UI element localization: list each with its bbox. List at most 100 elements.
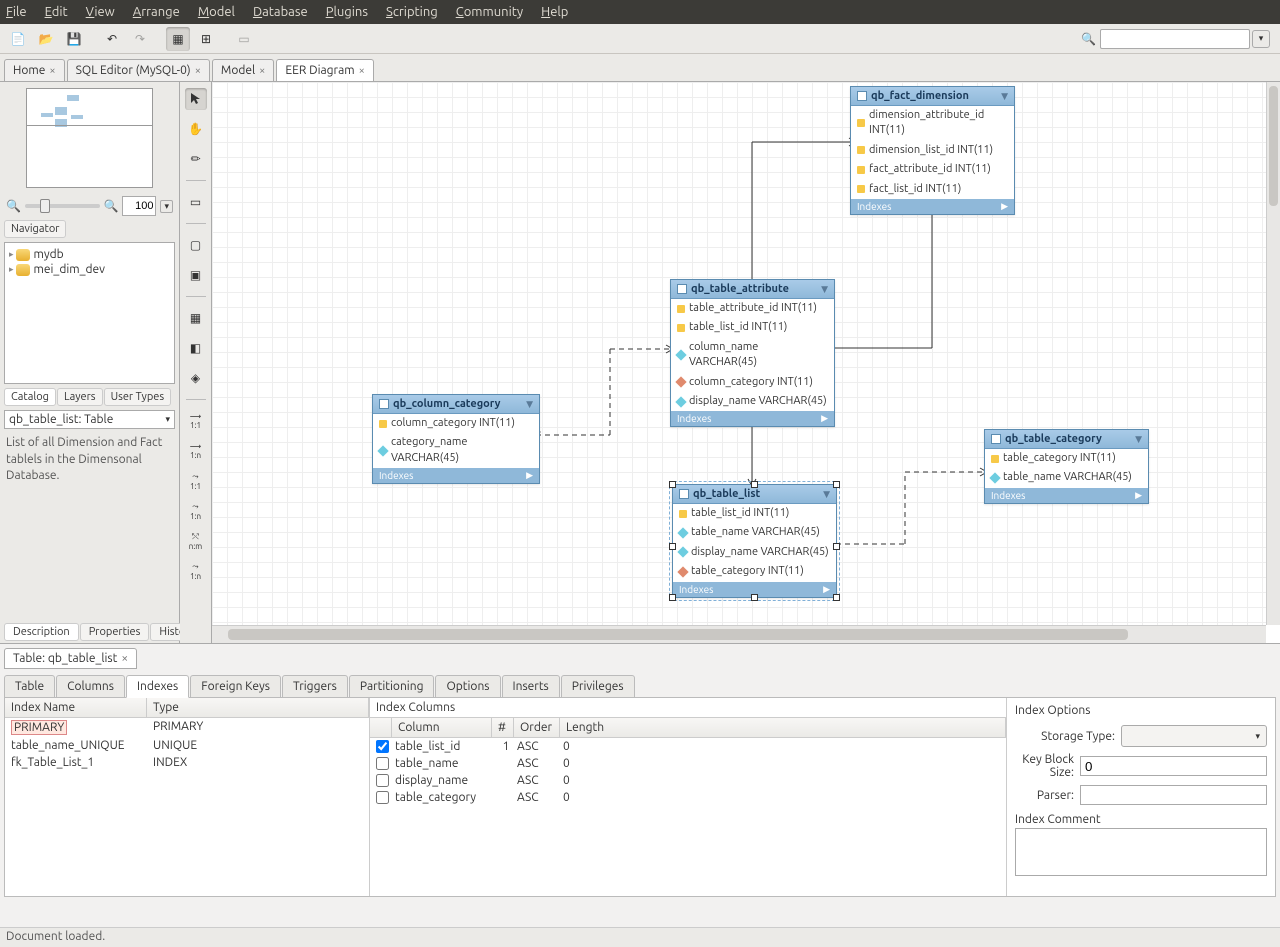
menu-edit[interactable]: Edit bbox=[45, 5, 68, 19]
image-tool-icon[interactable]: ▣ bbox=[185, 264, 207, 286]
index-col-row[interactable]: table_nameASC0 bbox=[370, 755, 1006, 772]
object-selector[interactable]: qb_table_list: Table▾ bbox=[4, 410, 175, 429]
table-icon bbox=[679, 489, 689, 499]
estab-privileges[interactable]: Privileges bbox=[561, 675, 635, 698]
tab-eer-diagram[interactable]: EER Diagram× bbox=[276, 59, 373, 81]
rel-pick-tool[interactable]: ⤳1:n bbox=[184, 560, 208, 582]
menu-plugins[interactable]: Plugins bbox=[326, 5, 368, 19]
parser-input[interactable] bbox=[1080, 785, 1267, 805]
rel-n-m-tool[interactable]: ⤲n:m bbox=[184, 530, 208, 552]
open-file-icon[interactable]: 📂 bbox=[34, 27, 58, 51]
search-dropdown-icon[interactable]: ▾ bbox=[1252, 30, 1270, 48]
rel-1-1-id-tool[interactable]: ⤳1:1 bbox=[184, 470, 208, 492]
col-checkbox[interactable] bbox=[376, 774, 389, 787]
zoom-input[interactable] bbox=[122, 196, 156, 216]
key-block-size-input[interactable] bbox=[1080, 756, 1267, 776]
chevron-down-icon[interactable]: ▼ bbox=[1001, 91, 1008, 102]
zoom-out-icon[interactable]: 🔍 bbox=[6, 199, 21, 213]
table-tool-icon[interactable]: ▦ bbox=[185, 307, 207, 329]
pointer-tool-icon[interactable] bbox=[185, 88, 207, 110]
rel-1-n-tool[interactable]: ⟶1:n bbox=[184, 440, 208, 462]
menu-scripting[interactable]: Scripting bbox=[386, 5, 438, 19]
page-icon[interactable]: ▭ bbox=[232, 27, 256, 51]
redo-icon[interactable]: ↷ bbox=[128, 27, 152, 51]
zoom-slider[interactable] bbox=[25, 204, 100, 208]
grid-icon[interactable]: ▦ bbox=[166, 27, 190, 51]
menu-help[interactable]: Help bbox=[541, 5, 568, 19]
close-icon[interactable]: × bbox=[49, 65, 55, 77]
menu-community[interactable]: Community bbox=[456, 5, 523, 19]
diagram-canvas[interactable]: qb_fact_dimension▼ dimension_attribute_i… bbox=[212, 82, 1266, 625]
menu-database[interactable]: Database bbox=[253, 5, 308, 19]
index-row[interactable]: table_name_UNIQUEUNIQUE bbox=[5, 737, 369, 754]
save-icon[interactable]: 💾 bbox=[62, 27, 86, 51]
index-col-row[interactable]: table_categoryASC0 bbox=[370, 789, 1006, 806]
index-list[interactable]: Index Name Type PRIMARYPRIMARY table_nam… bbox=[5, 698, 370, 896]
entity-qb-table-category[interactable]: qb_table_category▼ table_category INT(11… bbox=[984, 429, 1149, 504]
view-tool-icon[interactable]: ◧ bbox=[185, 337, 207, 359]
index-comment-textarea[interactable] bbox=[1015, 828, 1267, 876]
navigator-preview[interactable] bbox=[26, 88, 153, 188]
btab-description[interactable]: Description bbox=[4, 623, 79, 641]
estab-columns[interactable]: Columns bbox=[56, 675, 125, 698]
menu-model[interactable]: Model bbox=[198, 5, 235, 19]
layer-tool-icon[interactable]: ▭ bbox=[185, 191, 207, 213]
horizontal-scrollbar[interactable] bbox=[212, 625, 1266, 643]
vertical-scrollbar[interactable] bbox=[1266, 82, 1280, 625]
chevron-down-icon[interactable]: ▼ bbox=[1135, 434, 1142, 445]
db-item-mei-dim-dev[interactable]: ▸mei_dim_dev bbox=[9, 262, 170, 277]
col-checkbox[interactable] bbox=[376, 791, 389, 804]
eraser-tool-icon[interactable]: ✏ bbox=[185, 148, 207, 170]
editor-tab[interactable]: Table: qb_table_list× bbox=[4, 648, 137, 669]
index-col-row[interactable]: display_nameASC0 bbox=[370, 772, 1006, 789]
index-col-row[interactable]: table_list_id1ASC0 bbox=[370, 738, 1006, 755]
menu-file[interactable]: File bbox=[6, 5, 27, 19]
estab-indexes[interactable]: Indexes bbox=[126, 675, 189, 698]
subtab-user-types[interactable]: User Types bbox=[104, 388, 172, 406]
estab-foreign-keys[interactable]: Foreign Keys bbox=[190, 675, 281, 698]
chevron-down-icon[interactable]: ▼ bbox=[823, 489, 830, 500]
chevron-down-icon[interactable]: ▼ bbox=[526, 399, 533, 410]
tab-sql-editor[interactable]: SQL Editor (MySQL-0)× bbox=[67, 59, 210, 81]
undo-icon[interactable]: ↶ bbox=[100, 27, 124, 51]
estab-partitioning[interactable]: Partitioning bbox=[349, 675, 435, 698]
close-icon[interactable]: × bbox=[195, 65, 201, 77]
menu-arrange[interactable]: Arrange bbox=[133, 5, 180, 19]
index-row[interactable]: fk_Table_List_1INDEX bbox=[5, 754, 369, 771]
tab-home[interactable]: Home× bbox=[4, 59, 65, 81]
zoom-in-icon[interactable]: 🔍 bbox=[104, 199, 119, 213]
align-icon[interactable]: ⊞ bbox=[194, 27, 218, 51]
rel-1-n-id-tool[interactable]: ⤳1:n bbox=[184, 500, 208, 522]
db-item-mydb[interactable]: ▸mydb bbox=[9, 247, 170, 262]
btab-properties[interactable]: Properties bbox=[80, 623, 150, 641]
entity-qb-column-category[interactable]: qb_column_category▼ column_category INT(… bbox=[372, 394, 540, 484]
entity-qb-fact-dimension[interactable]: qb_fact_dimension▼ dimension_attribute_i… bbox=[850, 86, 1015, 215]
database-icon bbox=[16, 264, 30, 276]
search-input[interactable] bbox=[1100, 29, 1250, 49]
close-icon[interactable]: × bbox=[359, 65, 365, 77]
index-row-primary[interactable]: PRIMARYPRIMARY bbox=[5, 718, 369, 737]
tab-model[interactable]: Model× bbox=[212, 59, 274, 81]
entity-qb-table-attribute[interactable]: qb_table_attribute▼ table_attribute_id I… bbox=[670, 279, 835, 427]
storage-type-select[interactable]: ▾ bbox=[1121, 725, 1267, 747]
routine-tool-icon[interactable]: ◈ bbox=[185, 367, 207, 389]
zoom-dropdown-icon[interactable]: ▾ bbox=[160, 200, 173, 213]
entity-qb-table-list[interactable]: qb_table_list▼ table_list_id INT(11) tab… bbox=[672, 484, 837, 598]
estab-triggers[interactable]: Triggers bbox=[282, 675, 348, 698]
col-checkbox[interactable] bbox=[376, 757, 389, 770]
col-checkbox[interactable] bbox=[376, 740, 389, 753]
estab-inserts[interactable]: Inserts bbox=[502, 675, 560, 698]
catalog-tree[interactable]: ▸mydb ▸mei_dim_dev bbox=[4, 242, 175, 384]
estab-options[interactable]: Options bbox=[435, 675, 500, 698]
hand-tool-icon[interactable]: ✋ bbox=[185, 118, 207, 140]
menu-view[interactable]: View bbox=[86, 5, 115, 19]
subtab-layers[interactable]: Layers bbox=[57, 388, 103, 406]
subtab-catalog[interactable]: Catalog bbox=[4, 388, 56, 406]
close-icon[interactable]: × bbox=[259, 65, 265, 77]
close-icon[interactable]: × bbox=[121, 652, 128, 665]
new-file-icon[interactable]: 📄 bbox=[6, 27, 30, 51]
text-tool-icon[interactable]: ▢ bbox=[185, 234, 207, 256]
rel-1-1-tool[interactable]: ⟶1:1 bbox=[184, 410, 208, 432]
chevron-down-icon[interactable]: ▼ bbox=[821, 284, 828, 295]
estab-table[interactable]: Table bbox=[4, 675, 55, 698]
